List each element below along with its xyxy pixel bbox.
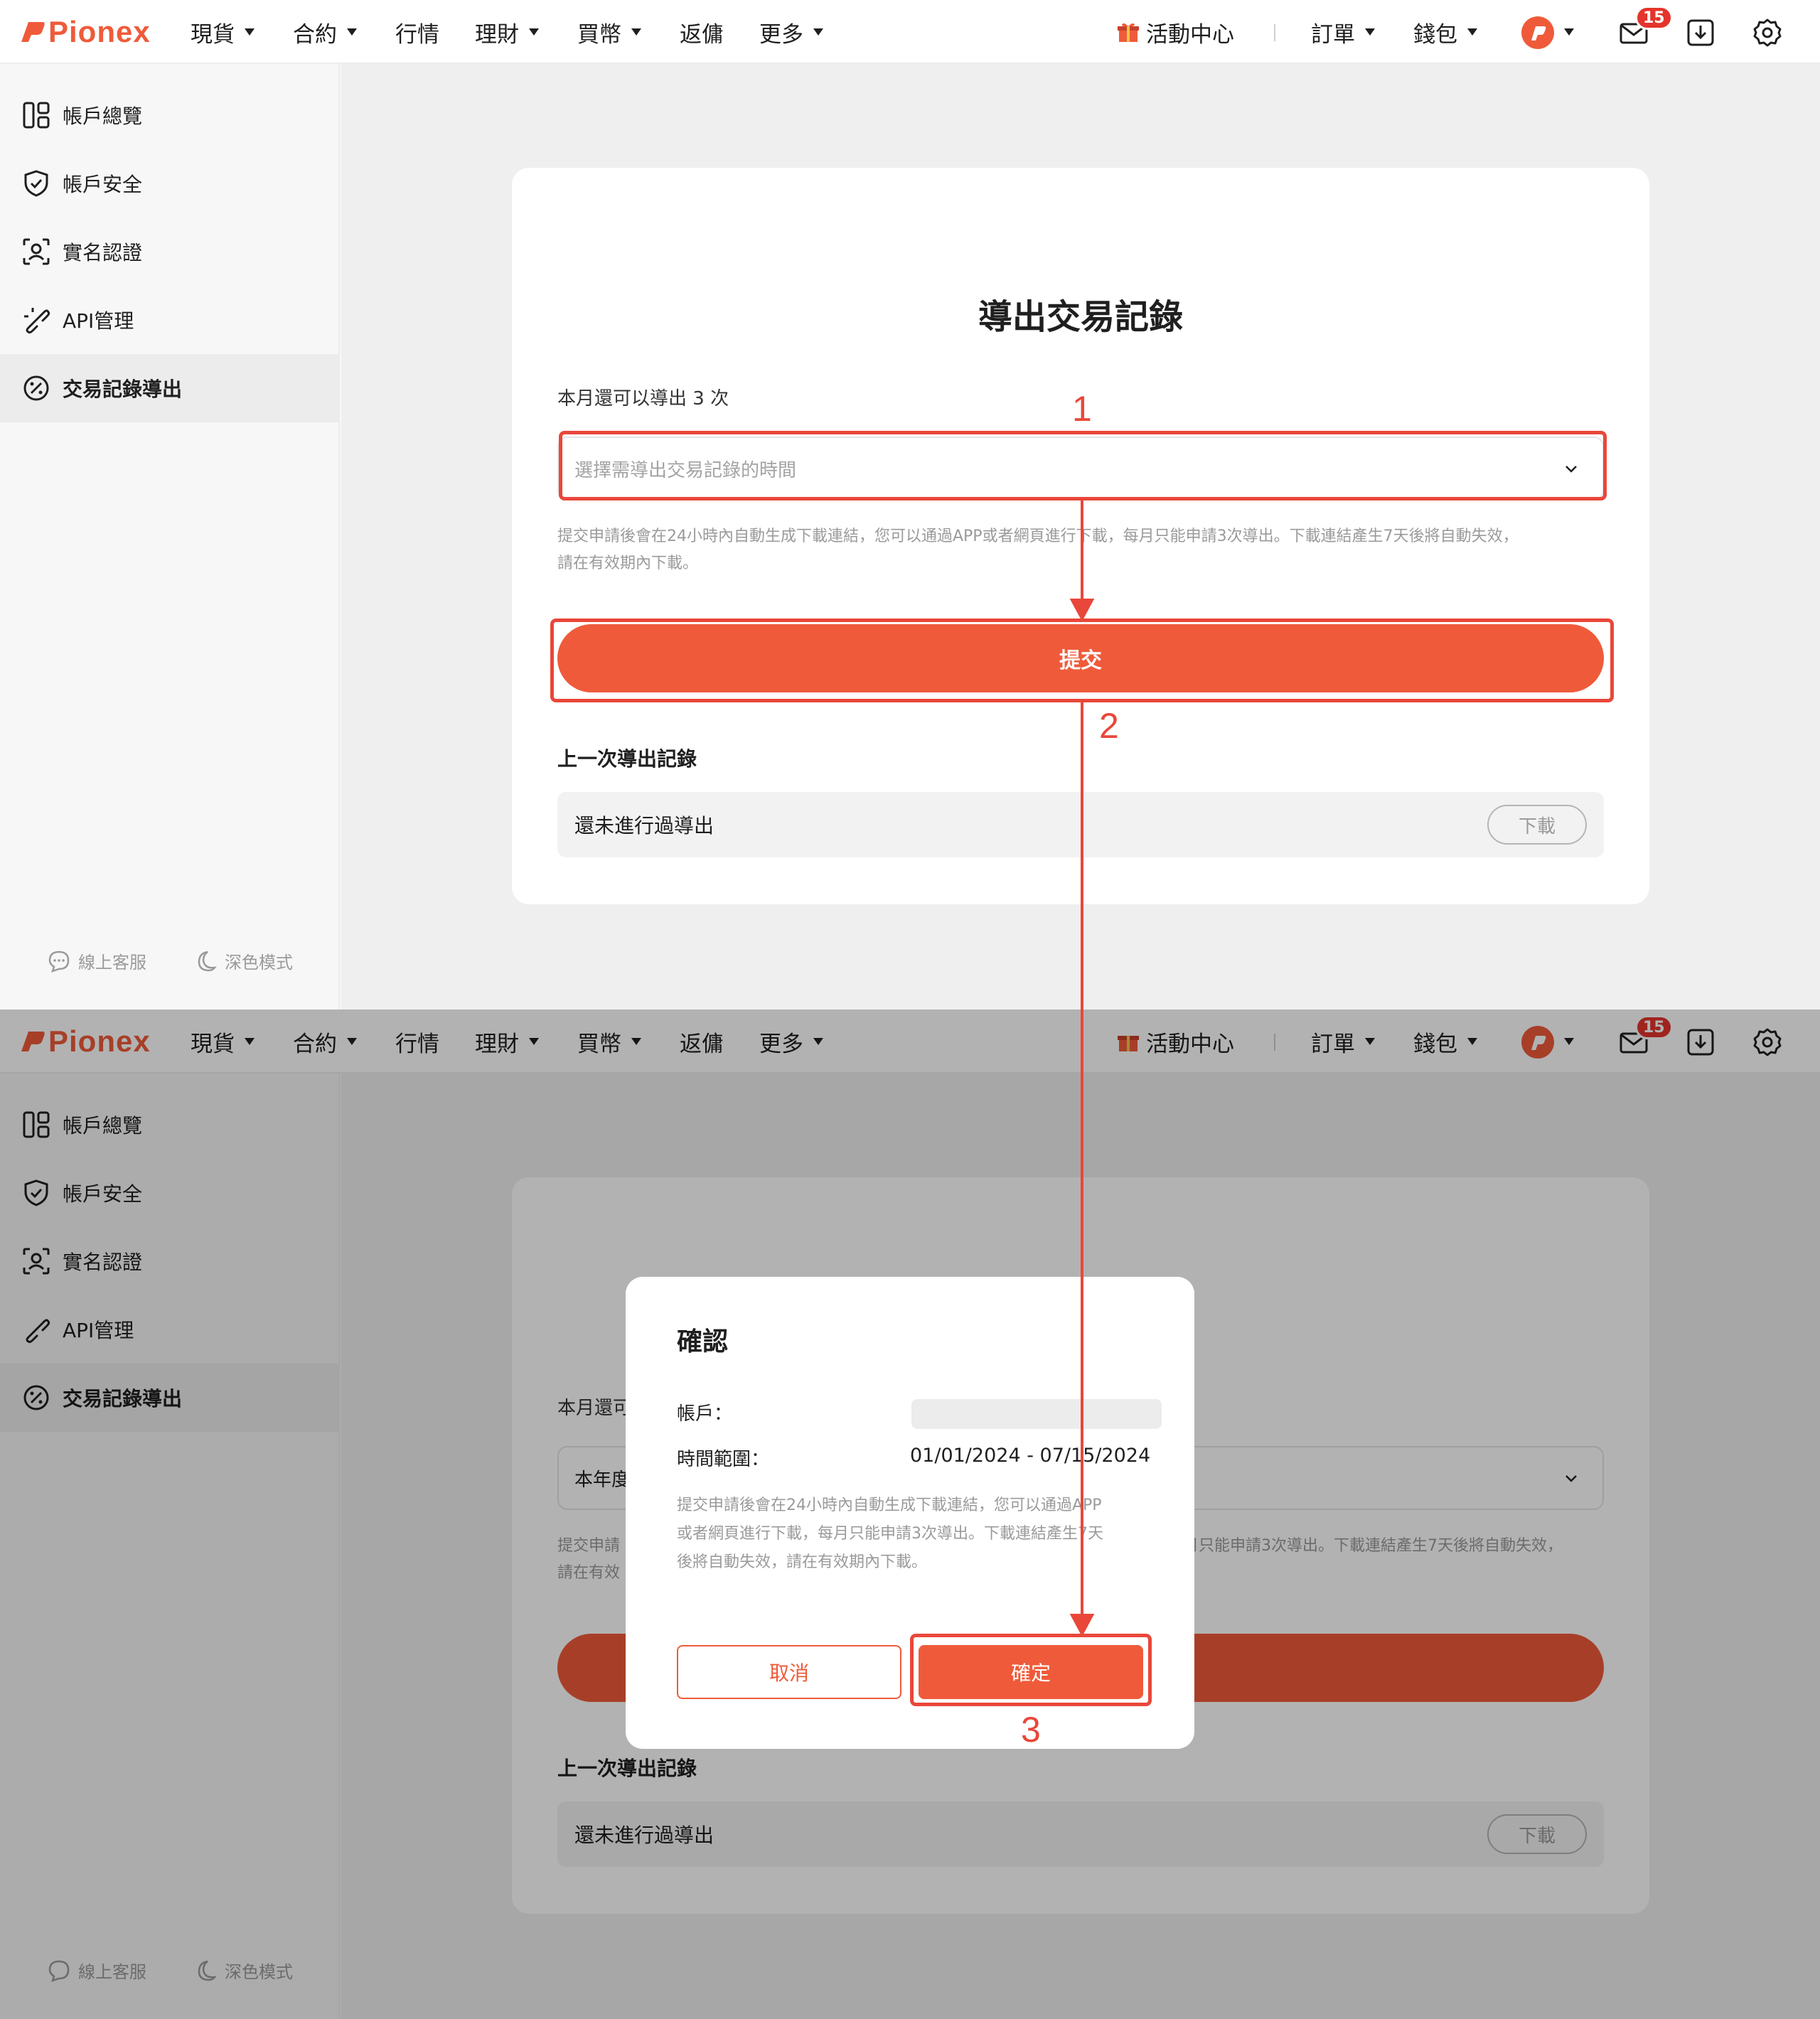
export-record-icon	[23, 375, 49, 401]
hint-line: 請在有效期內下載。	[557, 555, 699, 572]
hint-line: 提交申請後會在24小時內自動生成下載連結，您可以通過APP	[677, 1496, 1102, 1514]
export-hint: 提交申請後會在24小時內自動生成下載連結，您可以通過APP或者網頁進行下載，每月…	[557, 523, 1610, 577]
gift-icon	[1118, 23, 1139, 42]
main-content: 導出交易記錄 本月還可以導出 3 次 選擇需導出交易記錄的時間 提交申請後會在2…	[341, 64, 1820, 1010]
mail-count-badge: 15	[1635, 6, 1673, 30]
last-export-row: 還未進行過導出 下載	[557, 792, 1604, 857]
sidebar-item-label: 交易記錄導出	[63, 377, 183, 401]
nav-label: 行情	[395, 21, 439, 48]
sidebar-item-overview[interactable]: 帳戶總覽	[0, 81, 340, 149]
caret-down-icon	[347, 28, 357, 36]
cancel-button[interactable]: 取消	[677, 1645, 901, 1699]
panel-export-page: Pionex 現貨 合約 行情 理財 買幣 返傭 更多 活動中心 訂單 錢包 1…	[0, 0, 1820, 1010]
support-link[interactable]: 線上客服	[47, 948, 146, 973]
sidebar-item-label: 實名認證	[63, 241, 143, 264]
id-verify-icon	[23, 238, 50, 265]
nav-market[interactable]: 行情	[395, 16, 439, 48]
avatar[interactable]	[1521, 16, 1554, 49]
range-label: 時間範圍：	[677, 1449, 770, 1470]
nav-label: 訂單	[1311, 21, 1355, 48]
dark-mode-toggle[interactable]: 深色模式	[193, 948, 293, 973]
nav-orders[interactable]: 訂單	[1311, 16, 1375, 48]
download-icon	[1687, 19, 1714, 46]
moon-icon	[198, 950, 217, 971]
dialog-title: 確認	[677, 1327, 729, 1356]
top-nav: Pionex 現貨 合約 行情 理財 買幣 返傭 更多 活動中心 訂單 錢包 1…	[0, 0, 1820, 64]
dark-mode-label: 深色模式	[225, 953, 293, 973]
annotation-step-1: 1	[1072, 389, 1092, 429]
caret-down-icon	[529, 28, 539, 36]
sidebar-item-label: API管理	[63, 309, 134, 333]
chat-bubble-icon	[48, 950, 70, 973]
download-button[interactable]: 下載	[1487, 805, 1587, 845]
nav-more[interactable]: 更多	[759, 16, 823, 48]
sidebar-item-trade-export[interactable]: 交易記錄導出	[0, 354, 340, 422]
pionex-avatar-icon	[1531, 26, 1546, 41]
nav-label: 買幣	[577, 21, 621, 48]
caret-down-icon	[1365, 28, 1375, 36]
sidebar-item-label: 帳戶總覽	[63, 105, 143, 128]
nav-buy-crypto[interactable]: 買幣	[577, 16, 641, 48]
nav-spot[interactable]: 現貨	[191, 16, 255, 48]
pionex-logo-icon	[18, 18, 47, 46]
support-label: 線上客服	[78, 953, 146, 973]
annotation-step-3: 3	[1021, 1710, 1041, 1750]
gear-icon	[1753, 18, 1782, 47]
sidebar-item-security[interactable]: 帳戶安全	[0, 149, 340, 218]
hint-line: 後將自動失效，請在有效期內下載。	[677, 1553, 928, 1571]
range-value: 01/01/2024 - 07/15/2024	[910, 1445, 1151, 1467]
dialog-hint: 提交申請後會在24小時內自動生成下載連結，您可以通過APP 或者網頁進行下載，每…	[677, 1492, 1146, 1577]
nav-label: 合約	[293, 21, 337, 48]
nav-activity-center[interactable]: 活動中心	[1116, 16, 1234, 48]
page-title: 導出交易記錄	[978, 297, 1183, 337]
nav-label: 現貨	[191, 21, 235, 48]
account-label: 帳戶：	[677, 1403, 733, 1425]
nav-label: 返傭	[680, 21, 724, 48]
caret-down-icon	[1467, 28, 1477, 36]
nav-futures[interactable]: 合約	[293, 16, 357, 48]
nav-label: 錢包	[1413, 21, 1457, 48]
last-export-status: 還未進行過導出	[574, 814, 714, 837]
remaining-count: 本月還可以導出 3 次	[557, 388, 729, 409]
export-card: 導出交易記錄 本月還可以導出 3 次 選擇需導出交易記錄的時間 提交申請後會在2…	[512, 168, 1649, 904]
sidebar-item-kyc[interactable]: 實名認證	[0, 218, 340, 286]
caret-down-icon	[813, 28, 823, 36]
hint-line: 或者網頁進行下載，每月只能申請3次導出。下載連結產生7天	[677, 1525, 1103, 1543]
nav-label: 活動中心	[1146, 21, 1234, 48]
nav-divider	[1274, 24, 1275, 41]
avatar-menu-toggle[interactable]	[1564, 16, 1574, 48]
caret-down-icon	[1564, 28, 1574, 36]
sidebar-item-api[interactable]: API管理	[0, 286, 340, 354]
annotation-box-confirm	[910, 1634, 1152, 1706]
settings-button[interactable]	[1752, 17, 1783, 48]
pionex-logo[interactable]: Pionex	[18, 14, 151, 50]
annotation-box-select	[559, 431, 1607, 500]
download-app-button[interactable]	[1685, 17, 1716, 48]
shield-icon	[24, 170, 48, 197]
nav-referral[interactable]: 返傭	[680, 16, 724, 48]
api-link-icon	[24, 308, 50, 334]
nav-earn[interactable]: 理財	[475, 16, 539, 48]
hint-line: 提交申請後會在24小時內自動生成下載連結，您可以通過APP或者網頁進行下載，每月…	[557, 527, 1519, 545]
nav-label: 更多	[759, 21, 803, 48]
caret-down-icon	[631, 28, 641, 36]
account-value-redacted	[911, 1399, 1162, 1429]
sidebar-item-label: 帳戶安全	[63, 173, 143, 196]
nav-label: 理財	[475, 21, 519, 48]
last-export-title: 上一次導出記錄	[557, 747, 697, 771]
nav-wallet[interactable]: 錢包	[1413, 16, 1477, 48]
panel-confirm-dialog: Pionex 現貨 合約 行情 理財 買幣 返傭 更多 活動中心 訂單 錢包 1…	[0, 1010, 1820, 2019]
caret-down-icon	[245, 28, 255, 36]
overview-icon	[23, 102, 50, 129]
logo-text: Pionex	[48, 15, 151, 48]
sidebar: 帳戶總覽 帳戶安全 實名認證 API管理 交易記錄導出 線上客服 深色模式	[0, 64, 340, 1010]
annotation-step-2: 2	[1099, 706, 1119, 746]
annotation-box-submit	[550, 618, 1614, 702]
